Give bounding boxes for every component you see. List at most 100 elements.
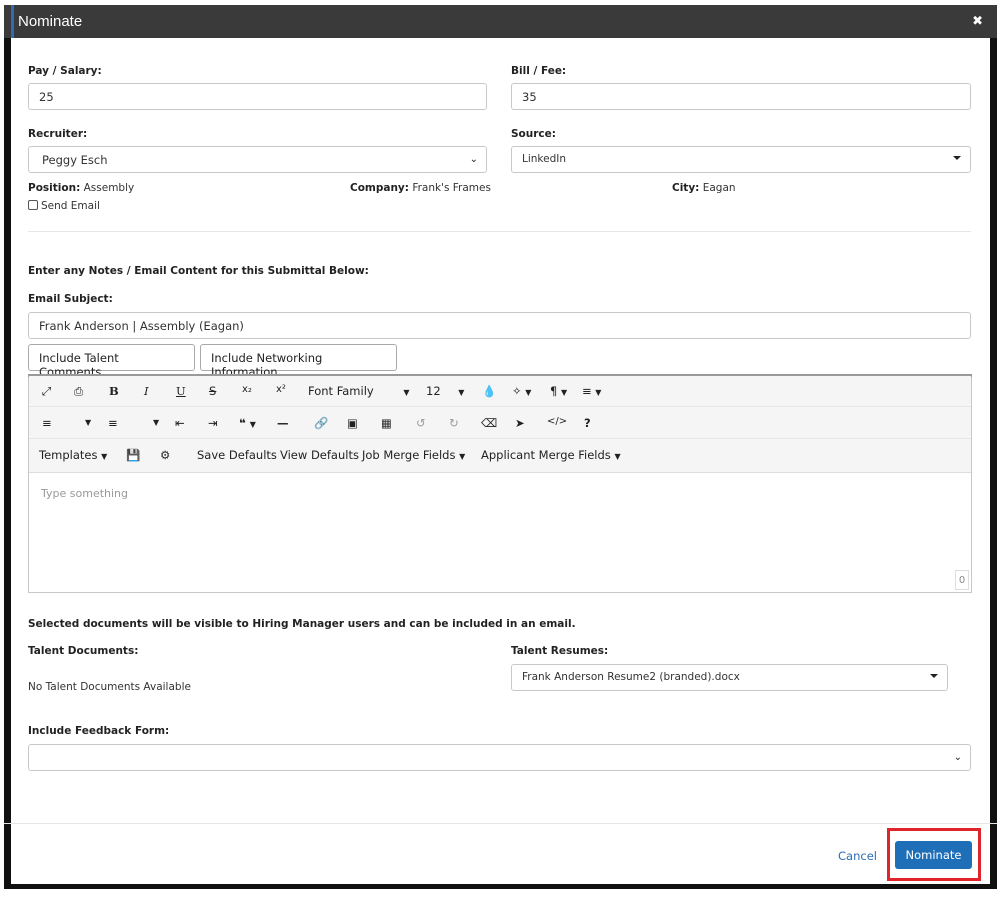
bill-input[interactable]: 35: [511, 83, 971, 110]
font-size-select[interactable]: 12 ▼: [426, 384, 464, 398]
caret-down-icon: ▼: [614, 452, 621, 461]
subscript-icon[interactable]: x₂: [242, 384, 252, 395]
position-label: Position:: [28, 182, 81, 194]
code-icon[interactable]: </>: [547, 416, 567, 427]
talent-resumes-label: Talent Resumes:: [511, 645, 609, 657]
include-networking-button[interactable]: Include Networking Information: [200, 344, 397, 379]
editor-toolbar: ⤢ ⎙ B I U S x₂ x² Font Family ▼ 12 ▼ 💧 ✧…: [29, 376, 971, 473]
source-select[interactable]: LinkedIn: [511, 146, 971, 173]
pay-input[interactable]: 25: [28, 83, 487, 110]
font-family-label: Font Family: [308, 384, 374, 398]
caret-down-icon: ▼: [560, 388, 568, 397]
job-merge-fields-dropdown[interactable]: Job Merge Fields ▼: [362, 448, 465, 462]
company-label: Company:: [350, 182, 409, 194]
link-icon[interactable]: 🔗: [314, 416, 328, 430]
expand-icon[interactable]: ⤢: [42, 384, 51, 399]
indent-icon[interactable]: ⇥: [208, 416, 218, 430]
templates-label: Templates: [39, 448, 98, 462]
horizontal-rule-icon[interactable]: —: [277, 416, 289, 430]
nominate-button[interactable]: Nominate: [895, 841, 972, 869]
documents-notice: Selected documents will be visible to Hi…: [28, 618, 576, 630]
bill-label: Bill / Fee:: [511, 65, 567, 77]
superscript-icon[interactable]: x²: [276, 384, 286, 395]
save-icon[interactable]: 💾: [126, 448, 140, 462]
undo-icon[interactable]: ↺: [416, 416, 426, 430]
align-icon[interactable]: ≡ ▼: [582, 384, 601, 398]
caret-down-icon: ▼: [249, 420, 256, 429]
position-value: Assembly: [83, 182, 135, 194]
quote-icon[interactable]: ❝ ▼: [239, 416, 256, 430]
paragraph-icon[interactable]: ¶ ▼: [550, 384, 567, 398]
unordered-list-icon[interactable]: ≡: [108, 416, 118, 430]
recruiter-value: Peggy Esch: [42, 153, 108, 167]
modal-titlebar: Nominate ✖: [4, 5, 997, 38]
gear-icon[interactable]: ⚙: [160, 448, 170, 462]
underline-icon[interactable]: U: [176, 384, 186, 398]
char-counter: 0: [955, 570, 969, 590]
close-icon[interactable]: ✖: [972, 14, 983, 29]
job-merge-label: Job Merge Fields: [362, 448, 456, 462]
caret-down-icon[interactable]: ▼: [85, 418, 91, 427]
caret-down-icon[interactable]: ▼: [153, 418, 159, 427]
resume-value: Frank Anderson Resume2 (branded).docx: [522, 671, 740, 683]
ordered-list-icon[interactable]: ≡: [42, 416, 52, 430]
editor-content-area[interactable]: Type something 0: [29, 473, 971, 592]
divider: [28, 231, 971, 232]
chevron-down-icon: ⌄: [469, 154, 478, 165]
eraser-icon[interactable]: ⌫: [481, 416, 497, 430]
print-icon[interactable]: ⎙: [74, 384, 83, 399]
company-value: Frank's Frames: [412, 182, 491, 194]
image-icon[interactable]: ▣: [347, 416, 358, 430]
caret-down-icon: ▼: [101, 452, 108, 461]
bold-icon[interactable]: B: [109, 384, 119, 398]
notes-intro: Enter any Notes / Email Content for this…: [28, 265, 369, 277]
email-subject-input[interactable]: Frank Anderson | Assembly (Eagan): [28, 312, 971, 339]
caret-down-icon: ▼: [525, 388, 532, 397]
magic-icon[interactable]: ✧ ▼: [512, 384, 531, 398]
toolbar-row-1: ⤢ ⎙ B I U S x₂ x² Font Family ▼ 12 ▼ 💧 ✧…: [29, 376, 971, 407]
applicant-merge-label: Applicant Merge Fields: [481, 448, 611, 462]
caret-down-icon: ▼: [403, 388, 410, 397]
color-icon[interactable]: 💧: [482, 384, 496, 398]
applicant-merge-fields-dropdown[interactable]: Applicant Merge Fields ▼: [481, 448, 621, 462]
caret-down-icon: ▼: [459, 452, 466, 461]
view-defaults-button[interactable]: View Defaults: [280, 448, 359, 462]
company-info: Company: Frank's Frames: [350, 182, 491, 194]
city-label: City:: [672, 182, 700, 194]
pay-label: Pay / Salary:: [28, 65, 102, 77]
italic-icon[interactable]: I: [144, 384, 149, 398]
chevron-down-icon: ⌄: [953, 752, 962, 763]
feedback-form-select[interactable]: ⌄: [28, 744, 971, 771]
outdent-icon[interactable]: ⇤: [175, 416, 185, 430]
nominate-modal: Nominate ✖ Pay / Salary: 25 Bill / Fee: …: [4, 5, 997, 889]
select-icon[interactable]: ➤: [515, 416, 525, 430]
cancel-button[interactable]: Cancel: [838, 849, 877, 863]
talent-resume-select[interactable]: Frank Anderson Resume2 (branded).docx: [511, 664, 948, 691]
send-email-label: Send Email: [41, 200, 100, 212]
city-value: Eagan: [702, 182, 736, 194]
recruiter-select[interactable]: Peggy Esch ⌄: [28, 146, 487, 173]
save-defaults-button[interactable]: Save Defaults: [197, 448, 277, 462]
modal-title: Nominate: [18, 13, 83, 30]
caret-down-icon: ▼: [595, 388, 602, 397]
templates-dropdown[interactable]: Templates ▼: [39, 448, 107, 462]
editor-placeholder: Type something: [41, 487, 129, 500]
rich-text-editor: ⤢ ⎙ B I U S x₂ x² Font Family ▼ 12 ▼ 💧 ✧…: [28, 374, 972, 593]
strikethrough-icon[interactable]: S: [209, 384, 216, 398]
redo-icon[interactable]: ↻: [449, 416, 459, 430]
toolbar-row-3: Templates ▼ 💾 ⚙ Save Defaults View Defau…: [29, 440, 971, 471]
caret-down-icon: [953, 156, 961, 160]
source-label: Source:: [511, 128, 556, 140]
send-email-checkbox[interactable]: [28, 200, 38, 210]
caret-down-icon: ▼: [458, 388, 465, 397]
table-icon[interactable]: ▦: [381, 416, 392, 430]
help-icon[interactable]: ?: [584, 416, 591, 430]
no-talent-documents-text: No Talent Documents Available: [28, 681, 191, 693]
email-subject-label: Email Subject:: [28, 293, 113, 305]
font-family-select[interactable]: Font Family ▼: [308, 384, 410, 398]
position-info: Position: Assembly: [28, 182, 134, 194]
source-value: LinkedIn: [522, 153, 567, 165]
include-talent-comments-button[interactable]: Include Talent Comments: [28, 344, 195, 379]
toolbar-row-2: ≡ ▼ ≡ ▼ ⇤ ⇥ ❝ ▼ — 🔗 ▣ ▦ ↺ ↻ ⌫ ➤ </> ?: [29, 408, 971, 439]
city-info: City: Eagan: [672, 182, 736, 194]
